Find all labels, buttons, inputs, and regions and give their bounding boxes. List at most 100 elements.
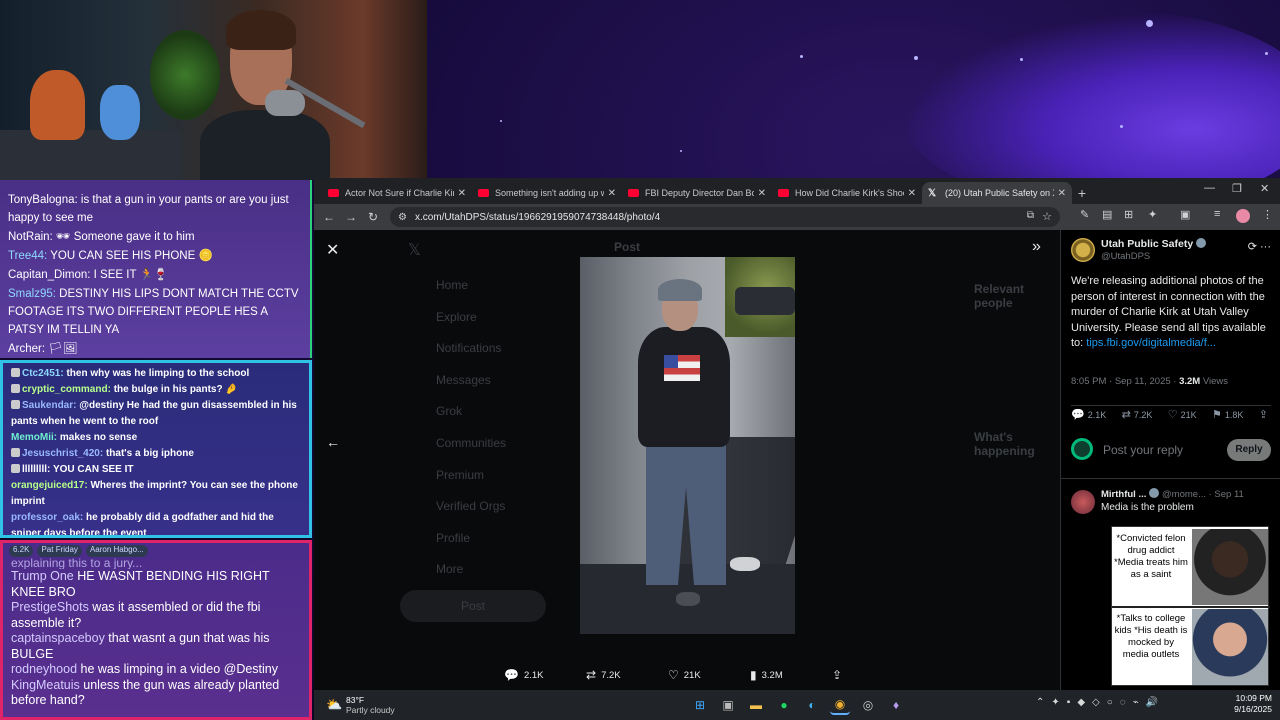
maximize-icon[interactable]: ❐ [1232,182,1242,195]
verified-badge-icon [1196,238,1207,248]
like-action[interactable]: ♡ 21K [668,668,750,682]
photo-person-shoe [730,557,760,571]
media-action-bar: 💬 2.1K ⇄ 7.2K ♡ 21K ▮ 3.2M ⇪ [504,666,864,684]
chat-message: Archer: 🏳🖼 [8,343,78,355]
app-icon[interactable]: ♦ [886,695,906,715]
tray-app-icon[interactable]: ▪ [1067,697,1071,708]
tray-app-icon[interactable]: ○ [1107,697,1113,708]
tips-link[interactable]: tips.fbi.gov/digitalmedia/f... [1086,337,1216,349]
grok-icon[interactable]: ⟳ [1248,241,1257,253]
whats-happening-heading: What's happening [974,430,1035,458]
reload-icon[interactable]: ↻ [362,210,384,224]
browser-tab[interactable]: How Did Charlie Kirk's Shooter...✕ [772,182,922,204]
bookmark-icon: ⚑ [1211,409,1222,421]
reply-meme-image[interactable]: *Convicted felon drug addict *Media trea… [1111,526,1270,686]
share-action[interactable]: ⇪ [832,668,862,682]
close-tab-icon[interactable]: ✕ [908,188,916,199]
repost-action[interactable]: ⇄ 7.2K [586,668,668,682]
browser-toolbar: ← → ↻ ⚙ x.com/UtahDPS/status/19662919590… [314,204,1280,230]
tray-app-icon[interactable]: ◇ [1092,697,1100,708]
browser-menu-icon[interactable]: ⋮ [1262,208,1273,221]
reply-input[interactable]: Post your reply [1103,443,1183,457]
tray-app-icon[interactable]: ◌ [1120,697,1126,708]
close-media-button[interactable]: ✕ [326,240,339,260]
edge-icon[interactable]: ◐ [802,695,822,715]
browser-tab[interactable]: FBI Deputy Director Dan Bongin...✕ [622,182,772,204]
account-handle[interactable]: @UtahDPS [1101,251,1150,262]
task-view-icon[interactable]: ▣ [718,695,738,715]
close-tab-icon[interactable]: ✕ [758,188,766,199]
x-logo-icon: 𝕏 [408,242,421,259]
star-decoration [680,150,682,152]
extension-icon[interactable]: ⊞ [1124,208,1133,221]
chat-message: KingMeatuis unless the gun was already p… [11,677,280,708]
back-arrow-icon[interactable]: ← [318,210,340,224]
install-icon[interactable]: ⧉ [1027,210,1034,221]
chat-pill: 6.2K [9,545,34,557]
address-bar[interactable]: ⚙ x.com/UtahDPS/status/19662919590747384… [390,207,1060,227]
site-info-icon[interactable]: ⚙ [398,212,407,223]
photo-person-shoe [676,592,700,606]
streamer-torso [200,110,330,180]
browser-tab[interactable]: Actor Not Sure if Charlie Kirk Fu...✕ [322,182,472,204]
close-tab-icon[interactable]: ✕ [608,188,616,199]
windows-start-icon[interactable]: ⊞ [690,695,710,715]
new-tab-button[interactable]: + [1072,182,1092,204]
volume-icon[interactable]: 🔊 [1146,697,1158,708]
trash-icon[interactable]: ▤ [1102,208,1112,221]
chat-message: TonyBalogna: is that a gun in your pants… [8,194,289,224]
chat-message: Tree44: YOU CAN SEE HIS PHONE 🪙 [8,250,213,262]
minimize-icon[interactable]: — [1204,182,1215,194]
chevron-up-icon[interactable]: ⌃ [1036,697,1044,708]
nav-grok: Grok [436,404,463,418]
youtube-icon [328,189,339,197]
account-name[interactable]: Utah Public Safety [1101,238,1207,250]
media-controls-icon[interactable]: ≡ [1214,208,1220,220]
bookmarks-stat[interactable]: ⚑ 1.8K [1212,408,1243,421]
file-explorer-icon[interactable]: ▬ [746,695,766,715]
reply-button[interactable]: Reply [1227,439,1271,461]
tray-app-icon[interactable]: ✦ [1051,697,1059,708]
chat-message: Trump One HE WASNT BENDING HIS RIGHT KNE… [11,569,270,599]
replies-stat[interactable]: 💬 2.1K [1071,408,1106,421]
profile-avatar[interactable] [1236,209,1250,226]
forward-arrow-icon[interactable]: → [340,210,362,224]
sidebar-icon[interactable]: ▣ [1180,208,1190,221]
share-stat[interactable]: ⇪ [1259,408,1271,421]
heart-icon: ♡ [668,668,679,682]
chat-message: cryptic_command: the bulge in his pants?… [3,382,309,398]
tray-app-icon[interactable]: ◆ [1077,697,1085,708]
reposts-stat[interactable]: ⇄ 7.2K [1122,408,1153,421]
reply-author-avatar[interactable] [1071,490,1095,514]
more-icon[interactable]: ··· [1260,241,1271,253]
x-page: 𝕏 Post Home Explore Notifications Messag… [314,230,1280,690]
likes-stat[interactable]: ♡ 21K [1168,408,1197,421]
post-options[interactable]: ⟳ ··· [1248,240,1271,253]
chrome-icon[interactable]: ◉ [830,695,850,715]
obs-icon[interactable]: ◎ [858,695,878,715]
microphone [265,90,305,116]
reply-action[interactable]: 💬 2.1K [504,668,586,682]
previous-photo-button[interactable]: ← [326,434,340,450]
views-action[interactable]: ▮ 3.2M [750,668,832,682]
bookmark-star-icon[interactable]: ☆ [1042,210,1052,223]
taskbar-clock[interactable]: 10:09 PM 9/16/2025 [1234,693,1272,715]
extensions-puzzle-icon[interactable]: ✦ [1148,208,1157,221]
nav-profile: Profile [436,531,471,545]
extension-icon[interactable]: ✎ [1080,208,1089,221]
reply-text: Media is the problem [1101,502,1194,513]
network-icon[interactable]: ⌁ [1133,697,1139,708]
chat-panel-top: TonyBalogna: is that a gun in your pants… [0,180,312,358]
post-button-ghost: Post [400,590,546,622]
browser-tab-active[interactable]: 𝕏(20) Utah Public Safety on X: "W...✕ [922,182,1072,204]
close-window-icon[interactable]: ✕ [1260,182,1269,195]
close-tab-icon[interactable]: ✕ [1058,188,1066,199]
spotify-icon[interactable]: ● [774,695,794,715]
utah-dps-avatar[interactable] [1071,238,1095,262]
url-text[interactable]: x.com/UtahDPS/status/1966291959074738448… [415,212,660,223]
close-tab-icon[interactable]: ✕ [458,188,466,199]
browser-tab[interactable]: Something isn't adding up w/ K...✕ [472,182,622,204]
chat-message: PrestigeShots was it assembled or did th… [11,600,261,630]
expand-panel-button[interactable]: » [1032,238,1041,256]
star-decoration [1020,58,1023,61]
